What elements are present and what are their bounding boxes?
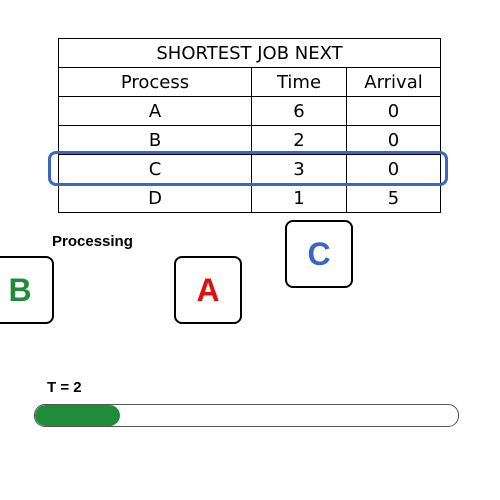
table-row: A 6 0: [58, 96, 441, 126]
cell-process: B: [58, 125, 252, 155]
header-arrival: Arrival: [346, 67, 441, 97]
table-row: B 2 0: [58, 125, 441, 155]
cell-time: 6: [251, 96, 347, 126]
cell-arrival: 0: [346, 96, 441, 126]
cell-time: 1: [251, 183, 347, 213]
table-row: D 1 5: [58, 183, 441, 213]
cell-process: D: [58, 183, 252, 213]
header-process: Process: [58, 67, 252, 97]
header-time: Time: [251, 67, 347, 97]
time-progress-bar: [34, 404, 459, 427]
processing-job-b: B: [0, 256, 54, 324]
cell-process: A: [58, 96, 252, 126]
shortest-job-next-table: SHORTEST JOB NEXT Process Time Arrival A…: [58, 38, 441, 213]
table-title: SHORTEST JOB NEXT: [58, 38, 441, 68]
waiting-job-a: A: [174, 256, 242, 324]
cell-process: C: [58, 154, 252, 184]
cell-arrival: 5: [346, 183, 441, 213]
cell-time: 3: [251, 154, 347, 184]
time-progress-fill: [35, 405, 120, 426]
time-label: T = 2: [47, 379, 82, 396]
waiting-job-c: C: [285, 220, 353, 288]
processing-label: Processing: [52, 233, 133, 250]
table-header-row: Process Time Arrival: [58, 67, 441, 97]
cell-arrival: 0: [346, 154, 441, 184]
cell-time: 2: [251, 125, 347, 155]
cell-arrival: 0: [346, 125, 441, 155]
table-row: C 3 0: [58, 154, 441, 184]
